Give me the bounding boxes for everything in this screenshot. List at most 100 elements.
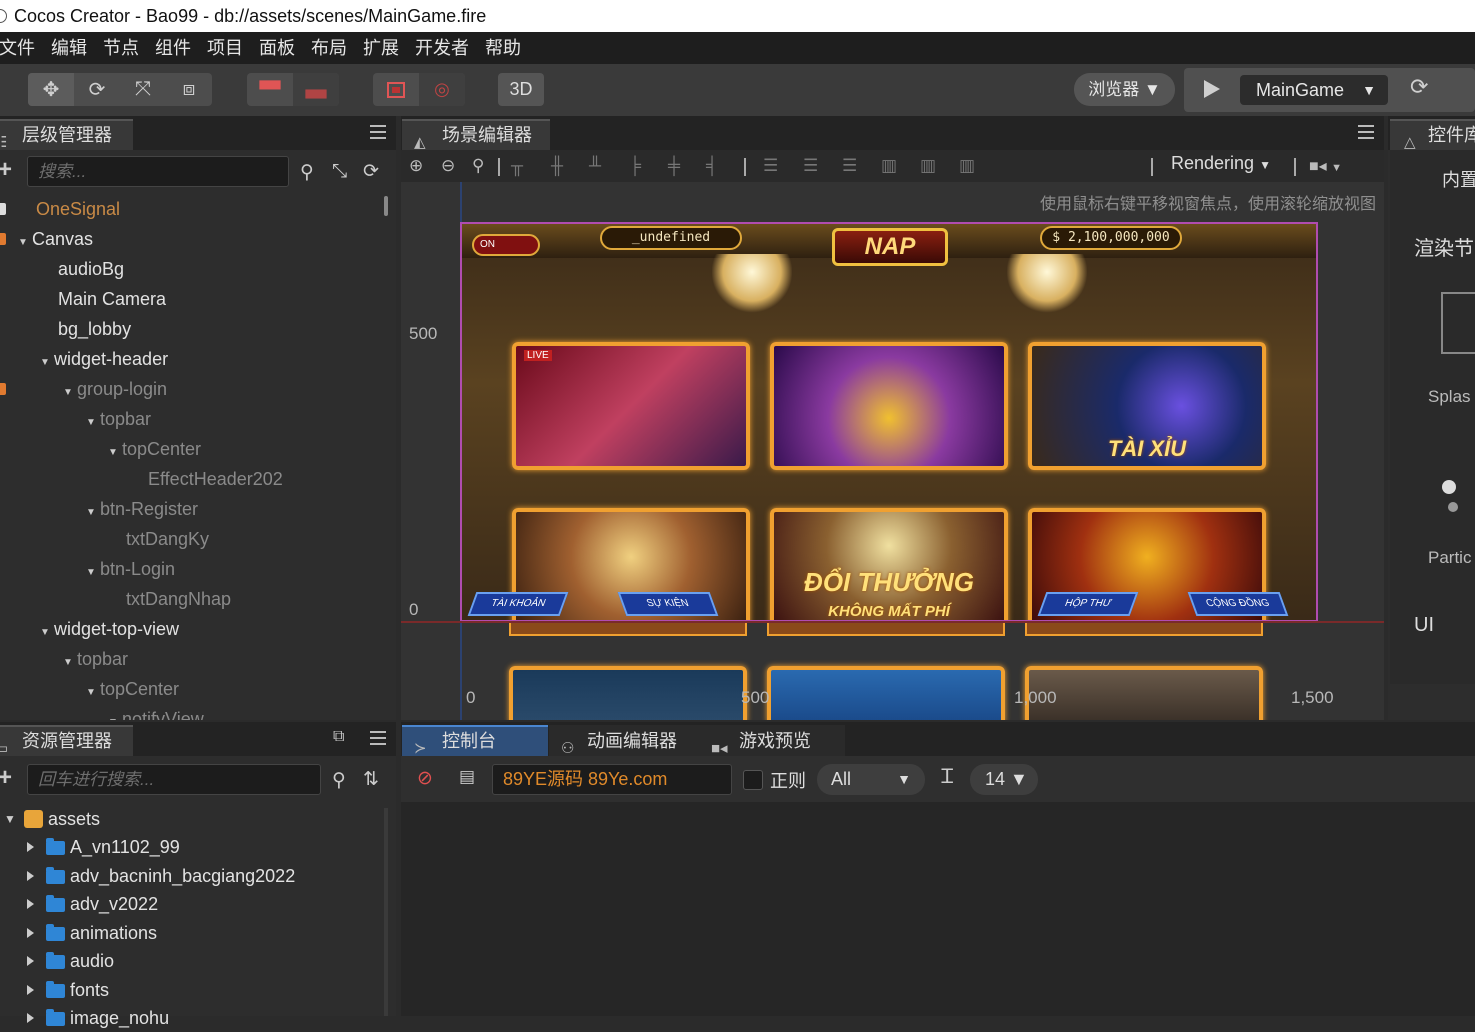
game-card-doi-thuong[interactable]: ĐỔI THƯỞNG KHÔNG MẤT PHÍ [770, 508, 1008, 620]
distribute-top-icon[interactable]: ☰ [763, 156, 778, 176]
tab-assets[interactable]: ▭ 资源管理器 [0, 725, 133, 757]
refresh-icon[interactable]: ⟳ [363, 160, 379, 183]
scene-select[interactable]: MainGame ▼ [1240, 75, 1388, 105]
scale-tool-icon[interactable]: ⤧ [120, 73, 166, 106]
add-node-icon[interactable]: + [0, 156, 12, 184]
tree-node[interactable]: ▼ topbar [0, 404, 151, 434]
clear-console-icon[interactable]: ⊘ [417, 767, 433, 790]
collapse-icon[interactable]: ⤡ [332, 161, 347, 183]
sound-toggle[interactable]: ON [472, 234, 540, 256]
tree-node[interactable]: ▼ widget-header [0, 344, 168, 374]
menu-extension[interactable]: 扩展 [355, 32, 407, 64]
align-bottom-icon[interactable]: ╨ [589, 156, 601, 176]
asset-folder[interactable]: animations [0, 919, 157, 947]
assets-search-input[interactable]: 回车进行搜索... [27, 764, 321, 795]
menu-icon[interactable] [1358, 125, 1374, 139]
snap-icon[interactable] [373, 73, 419, 106]
tree-node[interactable]: ▼ topCenter [0, 674, 179, 704]
distribute-bottom-icon[interactable]: ☰ [842, 156, 857, 176]
menu-edit[interactable]: 编辑 [43, 32, 95, 64]
tree-node[interactable]: ▼ topbar [0, 644, 128, 674]
tab-animation-editor[interactable]: ⚇ 动画编辑器 [549, 725, 699, 757]
lock-icon[interactable] [0, 203, 6, 215]
rotate-tool-icon[interactable]: ⟳ [74, 73, 120, 106]
game-card-dragon[interactable] [770, 342, 1008, 470]
menu-help[interactable]: 帮助 [477, 32, 529, 64]
tree-node[interactable]: ▼ widget-top-view [0, 614, 179, 644]
font-size-select[interactable]: 14 ▼ [970, 764, 1038, 795]
open-log-file-icon[interactable]: ▤ [459, 767, 475, 787]
lock-icon[interactable] [0, 233, 6, 245]
tree-node[interactable]: ▼ Canvas [0, 224, 93, 254]
tree-node[interactable]: OneSignal [0, 194, 120, 224]
align-top-icon[interactable]: ╥ [511, 156, 523, 176]
su-kien-button[interactable]: SỰ KIỆN [617, 592, 719, 616]
log-level-select[interactable]: All ▼ [817, 764, 925, 795]
distribute-vcenter-icon[interactable]: ☰ [803, 156, 818, 176]
tab-console[interactable]: ≻ 控制台 [402, 725, 548, 757]
tree-node[interactable]: ▼ topCenter [0, 434, 201, 464]
render-mode-select[interactable]: Rendering ▼ [1171, 153, 1271, 174]
asset-folder[interactable]: fonts [0, 976, 109, 1004]
tree-node[interactable]: Main Camera [0, 284, 166, 314]
tree-node[interactable]: bg_lobby [0, 314, 131, 344]
play-icon[interactable] [1204, 80, 1220, 98]
search-icon[interactable]: ⚲ [300, 161, 314, 184]
align-hcenter-icon[interactable]: ╪ [668, 156, 680, 176]
camera-icon[interactable]: ■◂ ▼ [1309, 156, 1342, 176]
distribute-hcenter-icon[interactable]: ▥ [920, 156, 936, 176]
zoom-reset-icon[interactable]: ⚲ [472, 156, 484, 176]
menu-icon[interactable] [370, 125, 386, 139]
menu-developer[interactable]: 开发者 [407, 32, 477, 64]
distribute-right-icon[interactable]: ▥ [959, 156, 975, 176]
console-filter-input[interactable]: 89YE源码 89Ye.com [492, 764, 732, 795]
menu-component[interactable]: 组件 [147, 32, 199, 64]
library-builtin-tab[interactable]: 内置 [1442, 166, 1475, 192]
rect-tool-icon[interactable]: ⧈ [166, 73, 212, 106]
menu-project[interactable]: 项目 [199, 32, 251, 64]
scene-viewport[interactable]: 使用鼠标右键平移视窗焦点，使用滚轮缩放视图 500 0 ON _undefine… [401, 182, 1384, 720]
tai-khoan-button[interactable]: TÀI KHOẢN [467, 592, 569, 616]
assets-scrollbar[interactable] [384, 808, 388, 1016]
cong-dong-button[interactable]: CỘNG ĐỒNG [1187, 592, 1289, 616]
zoom-out-icon[interactable]: ⊖ [441, 156, 455, 176]
tree-node[interactable]: ▼ group-login [0, 374, 167, 404]
splash-sprite-icon[interactable] [1441, 292, 1475, 354]
move-tool-icon[interactable]: ✥ [28, 73, 74, 106]
tab-game-preview[interactable]: ■◂ 游戏预览 [699, 725, 845, 757]
add-asset-icon[interactable]: + [0, 764, 12, 792]
refresh-icon[interactable]: ⟳ [1410, 74, 1428, 100]
tab-widget-library[interactable]: △ 控件库 [1390, 119, 1475, 151]
zoom-in-icon[interactable]: ⊕ [409, 156, 423, 176]
menu-layout[interactable]: 布局 [303, 32, 355, 64]
align-left-icon[interactable]: ╞ [629, 156, 641, 176]
asset-folder[interactable]: adv_bacninh_bacgiang2022 [0, 862, 295, 890]
hierarchy-scrollbar[interactable] [384, 196, 388, 216]
popout-icon[interactable]: ⧉ [333, 728, 344, 746]
asset-folder[interactable]: A_vn1102_99 [0, 833, 180, 861]
regex-checkbox[interactable] [743, 770, 763, 790]
lock-icon[interactable] [0, 383, 6, 395]
align-right-icon[interactable]: ╡ [706, 156, 718, 176]
tree-node[interactable]: audioBg [0, 254, 124, 284]
asset-root[interactable]: ▼ assets [0, 805, 100, 833]
menu-icon[interactable] [370, 731, 386, 745]
tree-node[interactable]: ▼notifyView [0, 704, 204, 720]
console-log-area[interactable] [401, 802, 1475, 1016]
tree-node[interactable]: ▼ btn-Register [0, 494, 198, 524]
tree-node[interactable]: EffectHeader202 [0, 464, 283, 494]
menu-node[interactable]: 节点 [95, 32, 147, 64]
hierarchy-search-input[interactable]: 搜索... [27, 156, 289, 187]
tab-hierarchy[interactable]: ☷ 层级管理器 [0, 119, 133, 151]
asset-folder[interactable]: audio [0, 947, 114, 975]
distribute-left-icon[interactable]: ▥ [881, 156, 897, 176]
menu-panel[interactable]: 面板 [251, 32, 303, 64]
align-vcenter-icon[interactable]: ╫ [551, 156, 563, 176]
game-card-tai-xiu[interactable]: TÀI XỈU [1028, 342, 1266, 470]
grid-icon[interactable]: ◎ [419, 73, 465, 106]
preview-target-select[interactable]: 浏览器 ▼ [1074, 73, 1175, 106]
tree-node[interactable]: txtDangKy [0, 524, 209, 554]
toggle-3d-button[interactable]: 3D [498, 73, 544, 106]
tab-scene-editor[interactable]: ◭ 场景编辑器 [402, 119, 550, 151]
particle-icon[interactable] [1442, 480, 1456, 494]
